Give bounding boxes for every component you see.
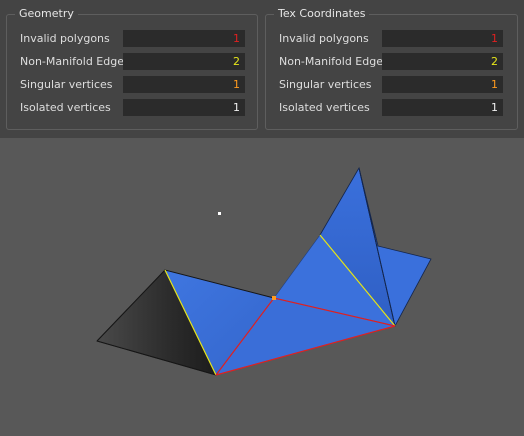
invalid-polygons-value: 1 xyxy=(123,30,245,47)
mesh-check-panel: Geometry Invalid polygons 1 Non-Manifold… xyxy=(0,0,524,138)
non-manifold-edges-label: Non-Manifold Edges xyxy=(20,55,130,68)
tex-non-manifold-edges-value: 2 xyxy=(382,53,503,70)
tex-row-non-manifold-edges: Non-Manifold Edges 2 xyxy=(266,53,517,70)
tex-row-singular-vertices: Singular vertices 1 xyxy=(266,76,517,93)
tex-row-invalid-polygons: Invalid polygons 1 xyxy=(266,30,517,47)
geometry-row-isolated-vertices: Isolated vertices 1 xyxy=(7,99,257,116)
geometry-row-non-manifold-edges: Non-Manifold Edges 2 xyxy=(7,53,257,70)
tex-invalid-polygons-label: Invalid polygons xyxy=(279,32,369,45)
tex-isolated-vertices-label: Isolated vertices xyxy=(279,101,370,114)
isolated-vertices-label: Isolated vertices xyxy=(20,101,111,114)
tex-isolated-vertices-value: 1 xyxy=(382,99,503,116)
singular-vertex-marker xyxy=(272,296,276,300)
singular-vertices-value: 1 xyxy=(123,76,245,93)
invalid-polygons-label: Invalid polygons xyxy=(20,32,110,45)
geometry-group: Geometry Invalid polygons 1 Non-Manifold… xyxy=(6,7,258,130)
isolated-vertex-marker xyxy=(218,212,221,215)
tex-singular-vertices-value: 1 xyxy=(382,76,503,93)
tex-coordinates-group: Tex Coordinates Invalid polygons 1 Non-M… xyxy=(265,7,518,130)
geometry-group-title: Geometry xyxy=(15,7,78,21)
tex-non-manifold-edges-label: Non-Manifold Edges xyxy=(279,55,389,68)
isolated-vertices-value: 1 xyxy=(123,99,245,116)
tex-invalid-polygons-value: 1 xyxy=(382,30,503,47)
non-manifold-edges-value: 2 xyxy=(123,53,245,70)
mesh-render xyxy=(96,166,432,376)
geometry-row-singular-vertices: Singular vertices 1 xyxy=(7,76,257,93)
3d-viewport[interactable] xyxy=(0,138,524,436)
tex-row-isolated-vertices: Isolated vertices 1 xyxy=(266,99,517,116)
tex-singular-vertices-label: Singular vertices xyxy=(279,78,372,91)
tex-coordinates-group-title: Tex Coordinates xyxy=(274,7,370,21)
singular-vertices-label: Singular vertices xyxy=(20,78,113,91)
geometry-row-invalid-polygons: Invalid polygons 1 xyxy=(7,30,257,47)
